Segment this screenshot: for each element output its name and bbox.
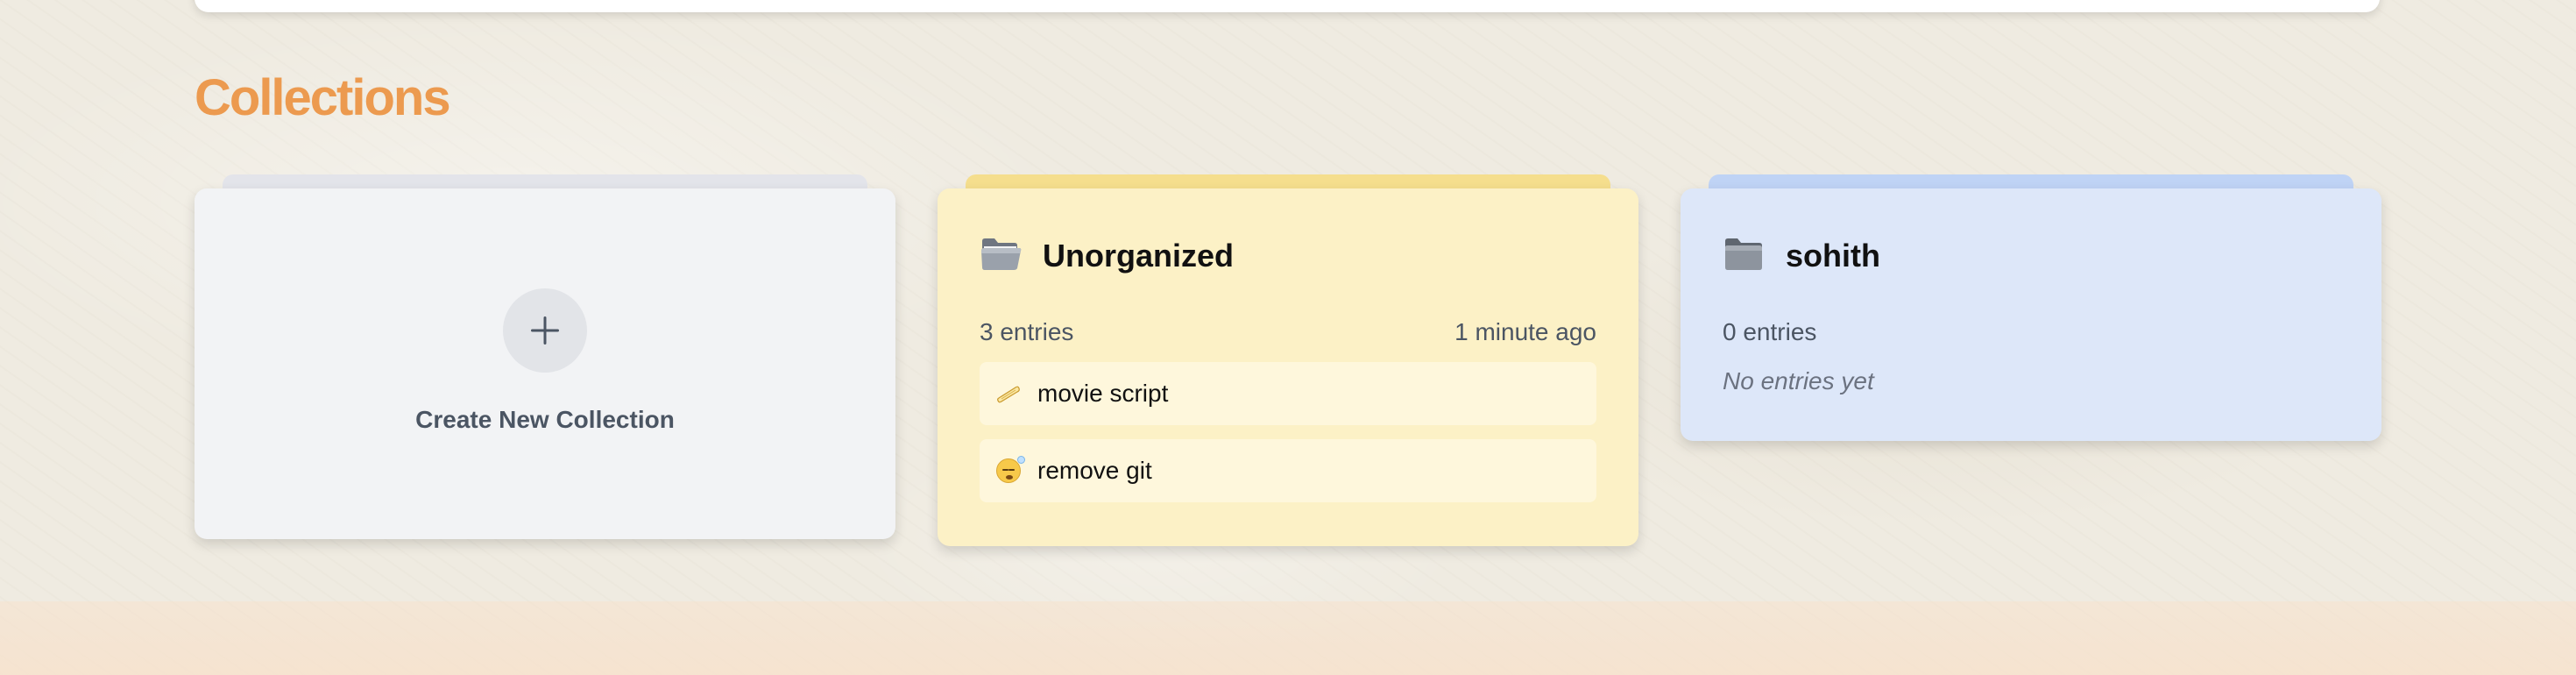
collection-card-sohith[interactable]: sohith 0 entries No entries yet xyxy=(1681,174,2381,441)
collection-card-body[interactable]: sohith 0 entries No entries yet xyxy=(1681,188,2381,441)
create-collection-card[interactable]: Create New Collection xyxy=(195,174,895,539)
open-folder-icon xyxy=(981,238,1022,270)
collection-card-unorganized[interactable]: Unorganized 3 entries 1 minute ago movie… xyxy=(938,174,1638,546)
empty-message: No entries yet xyxy=(1723,367,1874,394)
collection-title: Unorganized xyxy=(1043,238,1235,274)
entry-title: movie script xyxy=(1037,380,1169,407)
collection-title: sohith xyxy=(1786,238,1880,274)
create-collection-label: Create New Collection xyxy=(415,406,675,433)
sleeping-face-icon xyxy=(995,456,1025,484)
section-title: Collections xyxy=(195,69,451,126)
footer-band xyxy=(0,601,2576,675)
scroll-icon xyxy=(995,380,1022,407)
top-panel xyxy=(195,0,2380,12)
entry-count: 3 entries xyxy=(980,318,1074,345)
entry-title: remove git xyxy=(1037,457,1152,484)
folder-icon xyxy=(1725,238,1762,270)
entry-item[interactable]: remove git xyxy=(980,439,1596,502)
entry-count: 0 entries xyxy=(1723,318,1817,345)
plus-icon[interactable] xyxy=(503,288,587,373)
updated-time: 1 minute ago xyxy=(1454,318,1596,345)
entry-item[interactable]: movie script xyxy=(980,362,1596,425)
collection-card-body[interactable]: Unorganized 3 entries 1 minute ago movie… xyxy=(938,188,1638,546)
create-collection-body[interactable]: Create New Collection xyxy=(195,188,895,539)
